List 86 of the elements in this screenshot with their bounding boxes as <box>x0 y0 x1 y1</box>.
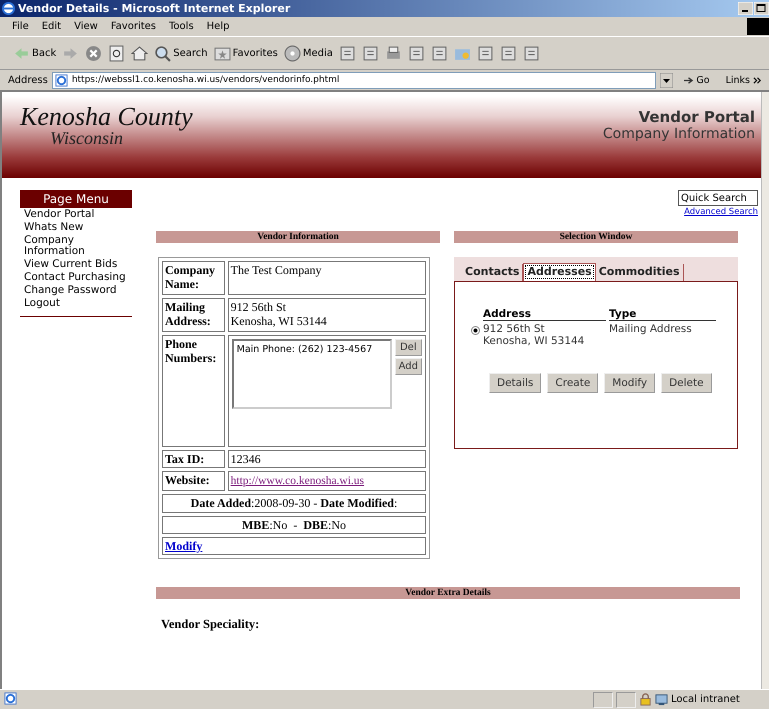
printer-icon <box>384 44 402 62</box>
document-icon <box>500 44 517 62</box>
nav-link[interactable]: Vendor Portal <box>20 208 132 222</box>
address-label: Address <box>8 74 48 86</box>
field-value: The Test Company <box>228 261 426 295</box>
browser-icon <box>2 2 15 15</box>
column-header: Address <box>483 308 606 321</box>
mbe-dbe-text: MBE:No - DBE:No <box>162 516 426 534</box>
nav-link[interactable]: Contact Purchasing <box>20 271 132 284</box>
phone-button[interactable]: Del <box>394 339 422 356</box>
nav-link[interactable]: Logout <box>20 297 132 310</box>
field-value: 912 56th St Kenosha, WI 53144 <box>228 298 426 332</box>
computer-icon <box>655 693 668 706</box>
page-icon <box>4 692 17 704</box>
quick-search-field[interactable]: Quick Search <box>678 190 758 206</box>
right-arrow-icon <box>683 76 694 84</box>
table-cell-text: Mailing Address <box>609 323 693 337</box>
search-icon <box>154 44 172 62</box>
modify-link[interactable]: Modify <box>165 538 202 553</box>
action-button[interactable]: Modify <box>604 373 656 393</box>
vendor-speciality-label: Vendor Speciality: <box>161 617 260 632</box>
menu-item[interactable]: Help <box>206 21 230 32</box>
dropdown-button[interactable] <box>660 72 674 88</box>
document-icon <box>430 44 448 62</box>
document-icon <box>476 44 494 62</box>
field-label: Mailing Address: <box>162 298 225 332</box>
status-pane <box>616 692 636 708</box>
toolbar-button[interactable]: Back <box>12 44 58 62</box>
page-icon <box>54 74 68 86</box>
toolbar-button[interactable]: Media <box>282 44 334 62</box>
action-button[interactable]: Delete <box>661 373 712 393</box>
disc-icon <box>284 44 301 62</box>
links-button[interactable]: Links <box>720 74 769 86</box>
advanced-search-link[interactable]: Advanced Search <box>684 207 758 217</box>
section-header: Selection Window <box>454 231 738 243</box>
phone-list-box[interactable]: Main Phone: (262) 123-4567 <box>232 339 392 409</box>
action-button[interactable]: Create <box>547 373 598 393</box>
go-button[interactable]: Go <box>677 74 716 86</box>
nav-link[interactable]: Whats New <box>20 221 132 234</box>
lock-icon <box>639 693 652 706</box>
section-header: Vendor Information <box>156 231 440 243</box>
document-icon <box>408 44 425 62</box>
tab[interactable]: Commodities <box>596 264 684 281</box>
nav-link[interactable]: Company Information <box>20 234 132 258</box>
maximize-button[interactable] <box>754 2 769 15</box>
section-header: Vendor Extra Details <box>156 587 740 600</box>
page-menu-title: Page Menu <box>20 190 132 208</box>
document-icon <box>362 44 379 62</box>
nav-link[interactable]: View Current Bids <box>20 258 132 272</box>
scrollbar[interactable] <box>761 92 769 689</box>
star-folder-icon <box>214 44 231 62</box>
stop-icon <box>85 44 102 62</box>
refresh-icon <box>108 44 126 62</box>
toolbar-button[interactable]: Search <box>153 44 209 62</box>
menu-item[interactable]: View <box>74 21 98 32</box>
radio-button[interactable] <box>471 326 480 335</box>
home-icon <box>131 44 148 62</box>
security-zone: Local intranet <box>655 693 765 706</box>
phone-button[interactable]: Add <box>394 358 422 375</box>
toolbar-button[interactable]: Favorites <box>212 44 279 62</box>
field-label: Phone Numbers: <box>162 335 225 447</box>
field-label: Website: <box>162 471 225 492</box>
field-label: Company Name: <box>162 261 225 295</box>
window-title: Vendor Details - Microsoft Internet Explorer <box>18 2 292 15</box>
minimize-button[interactable] <box>738 2 753 15</box>
portal-title: Vendor Portal <box>638 108 755 126</box>
action-button[interactable]: Details <box>489 373 542 393</box>
menu-item[interactable]: File <box>12 21 29 32</box>
dates-text: Date Added:2008-09-30 - Date Modified: <box>162 494 426 513</box>
document-icon <box>338 44 356 62</box>
chevron-icon <box>752 76 763 84</box>
menu-item[interactable]: Favorites <box>110 21 156 32</box>
column-header: Type <box>609 308 716 321</box>
menu-item[interactable]: Edit <box>42 21 62 32</box>
field-label: Tax ID: <box>162 450 225 468</box>
tab[interactable]: Addresses <box>523 263 596 281</box>
document-icon <box>522 44 540 62</box>
field-value: 12346 <box>230 452 261 466</box>
status-pane <box>593 692 613 708</box>
section-title: Company Information <box>602 126 755 142</box>
nav-link[interactable]: Change Password <box>20 284 132 298</box>
table-cell-text: 912 56th St Kenosha, WI 53144 <box>483 323 586 347</box>
toolbar-button[interactable] <box>107 44 126 62</box>
menu-item[interactable]: Tools <box>169 21 194 32</box>
address-field[interactable]: https://webssl1.co.kenosha.wi.us/vendors/vendorinfo.phtml <box>52 72 656 88</box>
toolbar-button[interactable] <box>130 44 150 62</box>
